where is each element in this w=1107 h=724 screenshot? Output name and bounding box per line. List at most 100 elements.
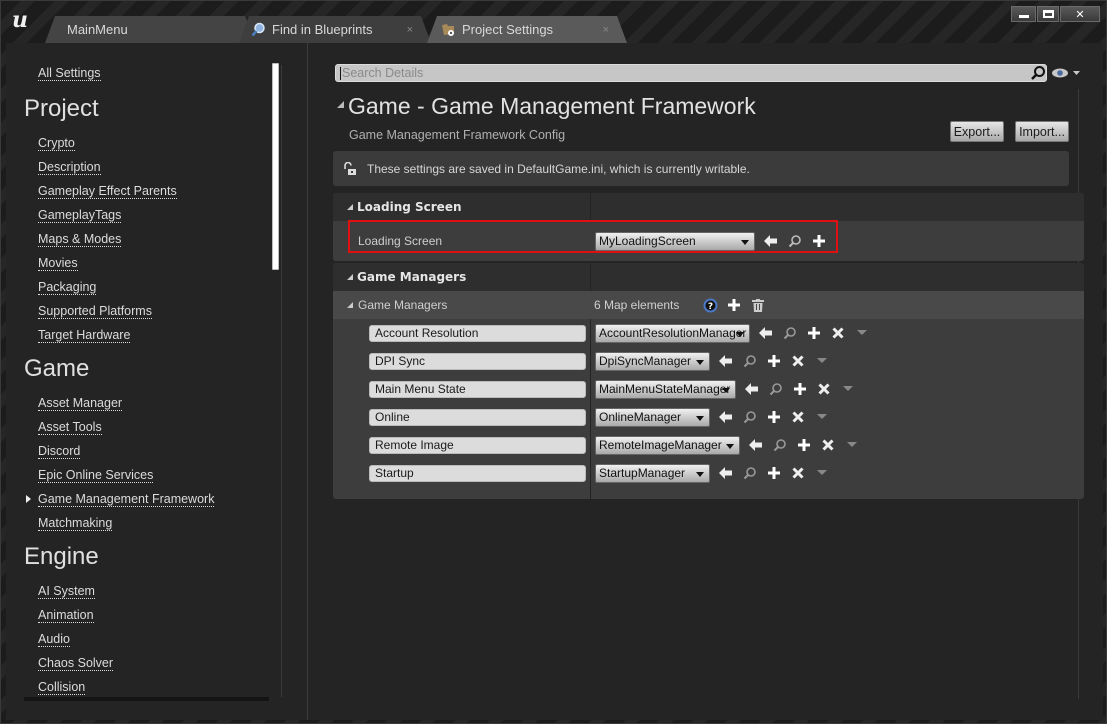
add-new-plus-icon[interactable]: [766, 409, 782, 425]
more-options-chevron-icon[interactable]: [814, 409, 830, 425]
manager-class-combo[interactable]: StartupManager: [595, 463, 710, 483]
help-icon[interactable]: ?: [702, 297, 718, 313]
export-button[interactable]: Export...: [950, 121, 1004, 142]
use-selected-arrow-icon[interactable]: [718, 409, 734, 425]
remove-x-icon[interactable]: [816, 381, 832, 397]
use-selected-arrow-icon[interactable]: [758, 325, 774, 341]
maximize-button[interactable]: [1037, 6, 1059, 22]
close-window-button[interactable]: ✕: [1060, 6, 1100, 22]
sidebar-item-asset-tools[interactable]: Asset Tools: [38, 420, 102, 435]
manager-class-combo[interactable]: DpiSyncManager: [595, 351, 710, 371]
add-new-plus-icon[interactable]: [811, 233, 827, 249]
remove-x-icon[interactable]: [790, 409, 806, 425]
close-tab-icon[interactable]: ×: [603, 24, 609, 36]
map-key-field[interactable]: Remote Image: [369, 436, 586, 454]
map-value: StartupManager: [595, 463, 830, 483]
sidebar-item-asset-manager[interactable]: Asset Manager: [38, 396, 123, 411]
expanded-triangle-icon[interactable]: [347, 302, 353, 308]
search-icon[interactable]: [1030, 65, 1046, 81]
combo-value: AccountResolutionManager: [599, 326, 747, 340]
dropdown-arrow-icon: [741, 239, 749, 245]
sidebar-item-gameplay-effect-parents[interactable]: Gameplay Effect Parents: [38, 184, 177, 199]
sidebar-scrollbar-track[interactable]: [281, 65, 282, 697]
sidebar-item-game-management-framework[interactable]: Game Management Framework: [38, 492, 215, 507]
view-options-eye-icon[interactable]: [1051, 67, 1081, 79]
remove-x-icon[interactable]: [790, 465, 806, 481]
browse-magnifier-icon[interactable]: [782, 325, 798, 341]
sidebar-item-packaging[interactable]: Packaging: [38, 280, 97, 295]
use-selected-arrow-icon[interactable]: [763, 233, 779, 249]
add-element-plus-icon[interactable]: [726, 297, 742, 313]
use-selected-arrow-icon[interactable]: [748, 437, 764, 453]
add-new-plus-icon[interactable]: [766, 353, 782, 369]
category-title: Loading Screen: [357, 200, 462, 214]
tab-mainmenu[interactable]: MainMenu: [45, 16, 255, 43]
manager-class-combo[interactable]: AccountResolutionManager: [595, 323, 750, 343]
collapse-section-icon[interactable]: [337, 101, 344, 108]
more-options-chevron-icon[interactable]: [854, 325, 870, 341]
sidebar-item-epic-online-services[interactable]: Epic Online Services: [38, 468, 154, 483]
sidebar-item-supported-platforms[interactable]: Supported Platforms: [38, 304, 152, 319]
clear-all-trash-icon[interactable]: [750, 297, 766, 313]
remove-x-icon[interactable]: [830, 325, 846, 341]
remove-x-icon[interactable]: [820, 437, 836, 453]
browse-magnifier-icon[interactable]: [742, 353, 758, 369]
add-new-plus-icon[interactable]: [792, 381, 808, 397]
close-tab-icon[interactable]: ×: [407, 24, 413, 36]
sidebar-item-chaos-solver[interactable]: Chaos Solver: [38, 656, 114, 671]
unreal-logo-icon[interactable]: u: [7, 7, 33, 33]
map-key-field[interactable]: Account Resolution: [369, 324, 586, 342]
more-options-chevron-icon[interactable]: [814, 465, 830, 481]
remove-x-icon[interactable]: [790, 353, 806, 369]
map-key-field[interactable]: Startup: [369, 464, 586, 482]
use-selected-arrow-icon[interactable]: [718, 465, 734, 481]
manager-class-combo[interactable]: OnlineManager: [595, 407, 710, 427]
sidebar-item-audio[interactable]: Audio: [38, 632, 70, 647]
browse-magnifier-icon[interactable]: [742, 409, 758, 425]
minimize-button[interactable]: [1011, 6, 1036, 22]
sidebar-item-description[interactable]: Description: [38, 160, 101, 175]
tab-project-settings[interactable]: Project Settings ×: [427, 16, 627, 43]
category-header[interactable]: Game Managers: [333, 263, 1084, 291]
expanded-triangle-icon: [347, 204, 353, 210]
map-key-field[interactable]: Main Menu State: [369, 380, 586, 398]
sidebar-item-movies[interactable]: Movies: [38, 256, 78, 271]
sidebar-item-discord[interactable]: Discord: [38, 444, 81, 459]
map-key-field[interactable]: DPI Sync: [369, 352, 586, 370]
map-key-field[interactable]: Online: [369, 408, 586, 426]
manager-class-combo[interactable]: MainMenuStateManager: [595, 379, 736, 399]
more-options-chevron-icon[interactable]: [844, 437, 860, 453]
sidebar-item-crypto[interactable]: Crypto: [38, 136, 75, 151]
text-caret: [340, 67, 341, 81]
maximize-icon: [1042, 10, 1054, 18]
browse-magnifier-icon[interactable]: [772, 437, 788, 453]
browse-magnifier-icon[interactable]: [768, 381, 784, 397]
use-selected-arrow-icon[interactable]: [718, 353, 734, 369]
category-header[interactable]: Loading Screen: [333, 193, 1084, 221]
use-selected-arrow-icon[interactable]: [744, 381, 760, 397]
loading-screen-class-combo[interactable]: MyLoadingScreen: [595, 231, 755, 251]
unlocked-padlock-icon: [343, 161, 357, 176]
search-details-input[interactable]: Search Details: [335, 64, 1047, 82]
add-new-plus-icon[interactable]: [796, 437, 812, 453]
sidebar-item-animation[interactable]: Animation: [38, 608, 94, 623]
sidebar-heading-project: Project: [24, 95, 99, 122]
sidebar-scrollbar-thumb[interactable]: [272, 63, 279, 270]
browse-magnifier-icon[interactable]: [742, 465, 758, 481]
sidebar-item-matchmaking[interactable]: Matchmaking: [38, 516, 113, 531]
sidebar-all-settings[interactable]: All Settings: [38, 66, 101, 81]
browse-magnifier-icon[interactable]: [787, 233, 803, 249]
sidebar-item-gameplaytags[interactable]: GameplayTags: [38, 208, 122, 223]
sidebar-item-ai-system[interactable]: AI System: [38, 584, 95, 599]
tab-find-in-blueprints[interactable]: Find in Blueprints ×: [239, 16, 431, 43]
add-new-plus-icon[interactable]: [806, 325, 822, 341]
add-new-plus-icon[interactable]: [766, 465, 782, 481]
more-options-chevron-icon[interactable]: [814, 353, 830, 369]
sidebar-item-target-hardware[interactable]: Target Hardware: [38, 328, 131, 343]
sidebar-item-collision[interactable]: Collision: [38, 680, 86, 695]
selected-arrow-icon: [26, 495, 31, 503]
manager-class-combo[interactable]: RemoteImageManager: [595, 435, 740, 455]
import-button[interactable]: Import...: [1015, 121, 1069, 142]
more-options-chevron-icon[interactable]: [840, 381, 856, 397]
sidebar-item-maps-modes[interactable]: Maps & Modes: [38, 232, 122, 247]
